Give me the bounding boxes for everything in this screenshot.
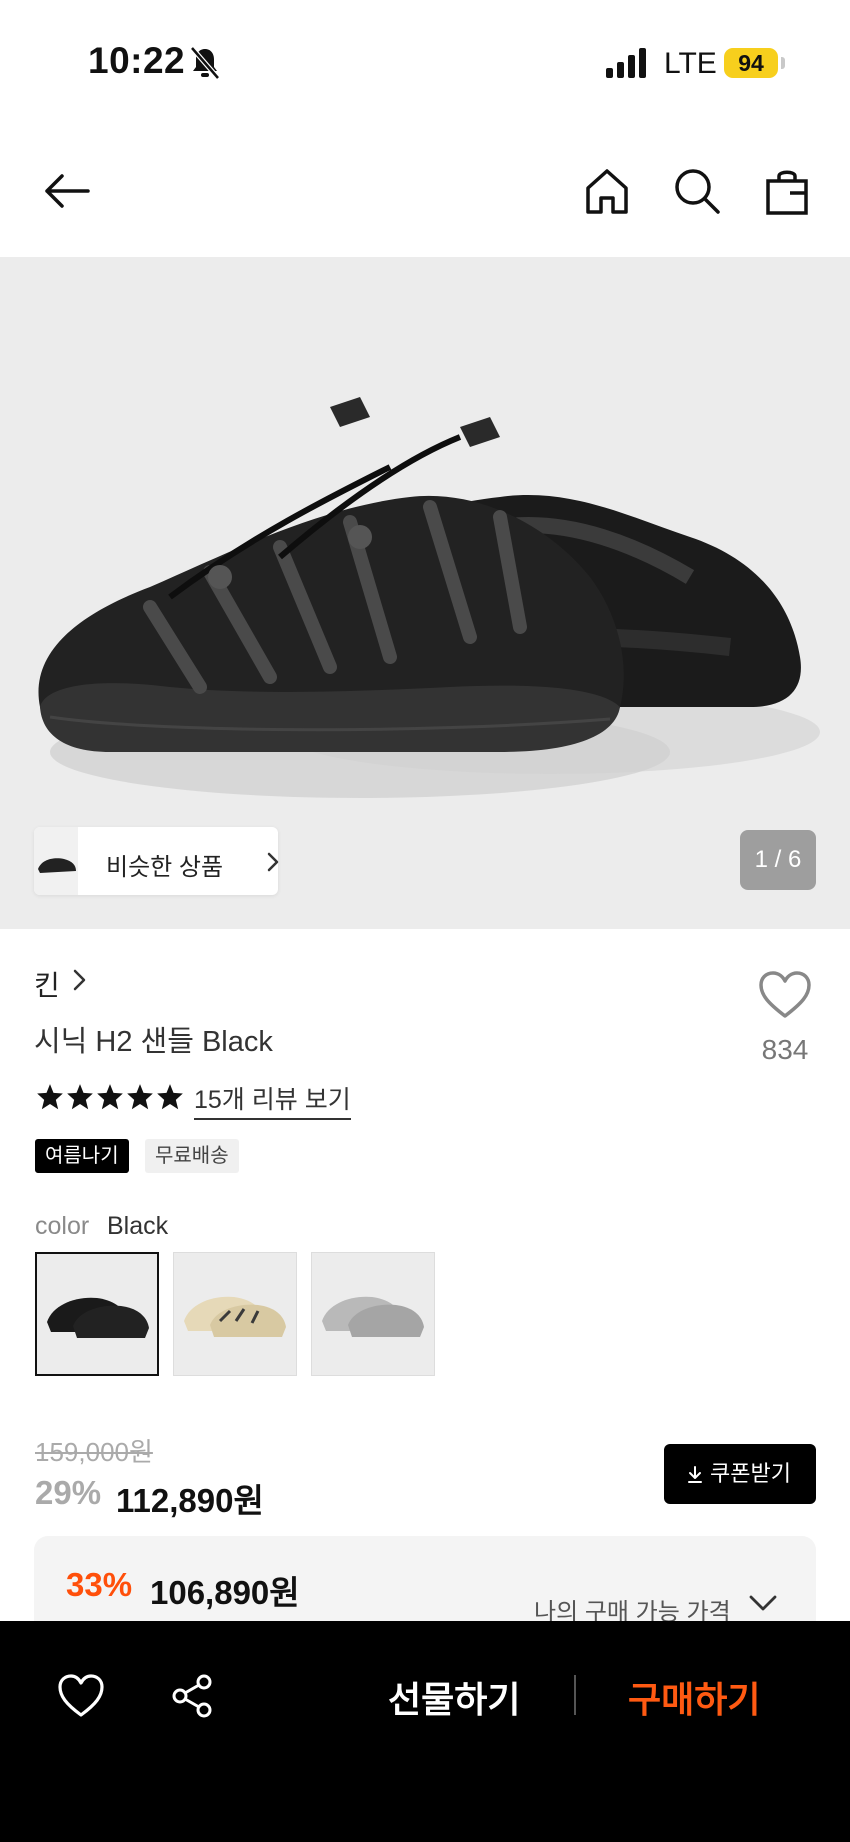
coupon-button-label: 쿠폰받기	[710, 1461, 791, 1486]
buy-button[interactable]: 구매하기	[628, 1671, 760, 1723]
original-price: 159,000원	[35, 1437, 153, 1467]
tag-summer: 여름나기	[35, 1139, 129, 1173]
coupon-button[interactable]: 쿠폰받기	[664, 1444, 816, 1504]
star-icon	[157, 1084, 183, 1110]
chevron-right-icon[interactable]	[72, 968, 88, 992]
color-selected: Black	[107, 1212, 169, 1240]
discount-rate: 29%	[35, 1474, 102, 1511]
best-price: 106,890원	[150, 1574, 300, 1611]
review-link[interactable]: 15개 리뷰 보기	[194, 1080, 351, 1120]
gift-button[interactable]: 선물하기	[388, 1671, 520, 1723]
home-icon[interactable]	[582, 166, 632, 216]
battery-indicator: 94	[724, 48, 778, 78]
battery-tip	[781, 57, 785, 69]
bell-muted-icon	[190, 46, 220, 80]
like-count: 834	[761, 1034, 809, 1065]
signal-icon	[606, 48, 646, 78]
color-swatch-beige[interactable]	[173, 1252, 297, 1376]
similar-products-label: 비슷한 상품	[106, 854, 224, 881]
rating-stars	[36, 1083, 184, 1113]
heart-outline-icon[interactable]	[58, 1673, 104, 1719]
network-label: LTE	[664, 47, 717, 80]
chevron-right-icon	[267, 852, 279, 872]
similar-product-thumbnail	[34, 827, 78, 895]
status-time: 10:22	[88, 40, 186, 81]
image-counter: 1 / 6	[740, 830, 816, 890]
color-swatch-grey[interactable]	[311, 1252, 435, 1376]
star-icon	[37, 1084, 63, 1110]
heart-icon[interactable]	[758, 970, 812, 1020]
product-name: 시닉 H2 샌들 Black	[34, 1026, 273, 1058]
top-nav	[0, 150, 850, 234]
star-icon	[67, 1084, 93, 1110]
status-bar: 10:22 LTE 94	[0, 0, 850, 120]
share-icon[interactable]	[170, 1673, 216, 1719]
color-label: color	[35, 1212, 90, 1240]
chevron-down-icon[interactable]	[748, 1594, 778, 1612]
download-icon	[688, 1466, 702, 1484]
star-icon	[127, 1084, 153, 1110]
product-image	[38, 397, 820, 798]
divider	[574, 1675, 576, 1715]
shopping-bag-icon[interactable]	[762, 166, 812, 216]
color-swatch-black[interactable]	[35, 1252, 159, 1376]
tag-free-shipping: 무료배송	[145, 1139, 239, 1173]
best-discount-rate: 33%	[66, 1566, 133, 1603]
search-icon[interactable]	[672, 166, 722, 216]
bottom-action-bar: 선물하기 구매하기	[0, 1621, 850, 1842]
brand-link[interactable]: 킨	[34, 964, 60, 1004]
product-image-gallery[interactable]: 비슷한 상품 1 / 6	[0, 257, 850, 929]
similar-products-button[interactable]: 비슷한 상품	[34, 827, 279, 895]
sale-price: 112,890원	[116, 1482, 264, 1519]
back-arrow-icon[interactable]	[42, 166, 92, 216]
star-icon	[97, 1084, 123, 1110]
